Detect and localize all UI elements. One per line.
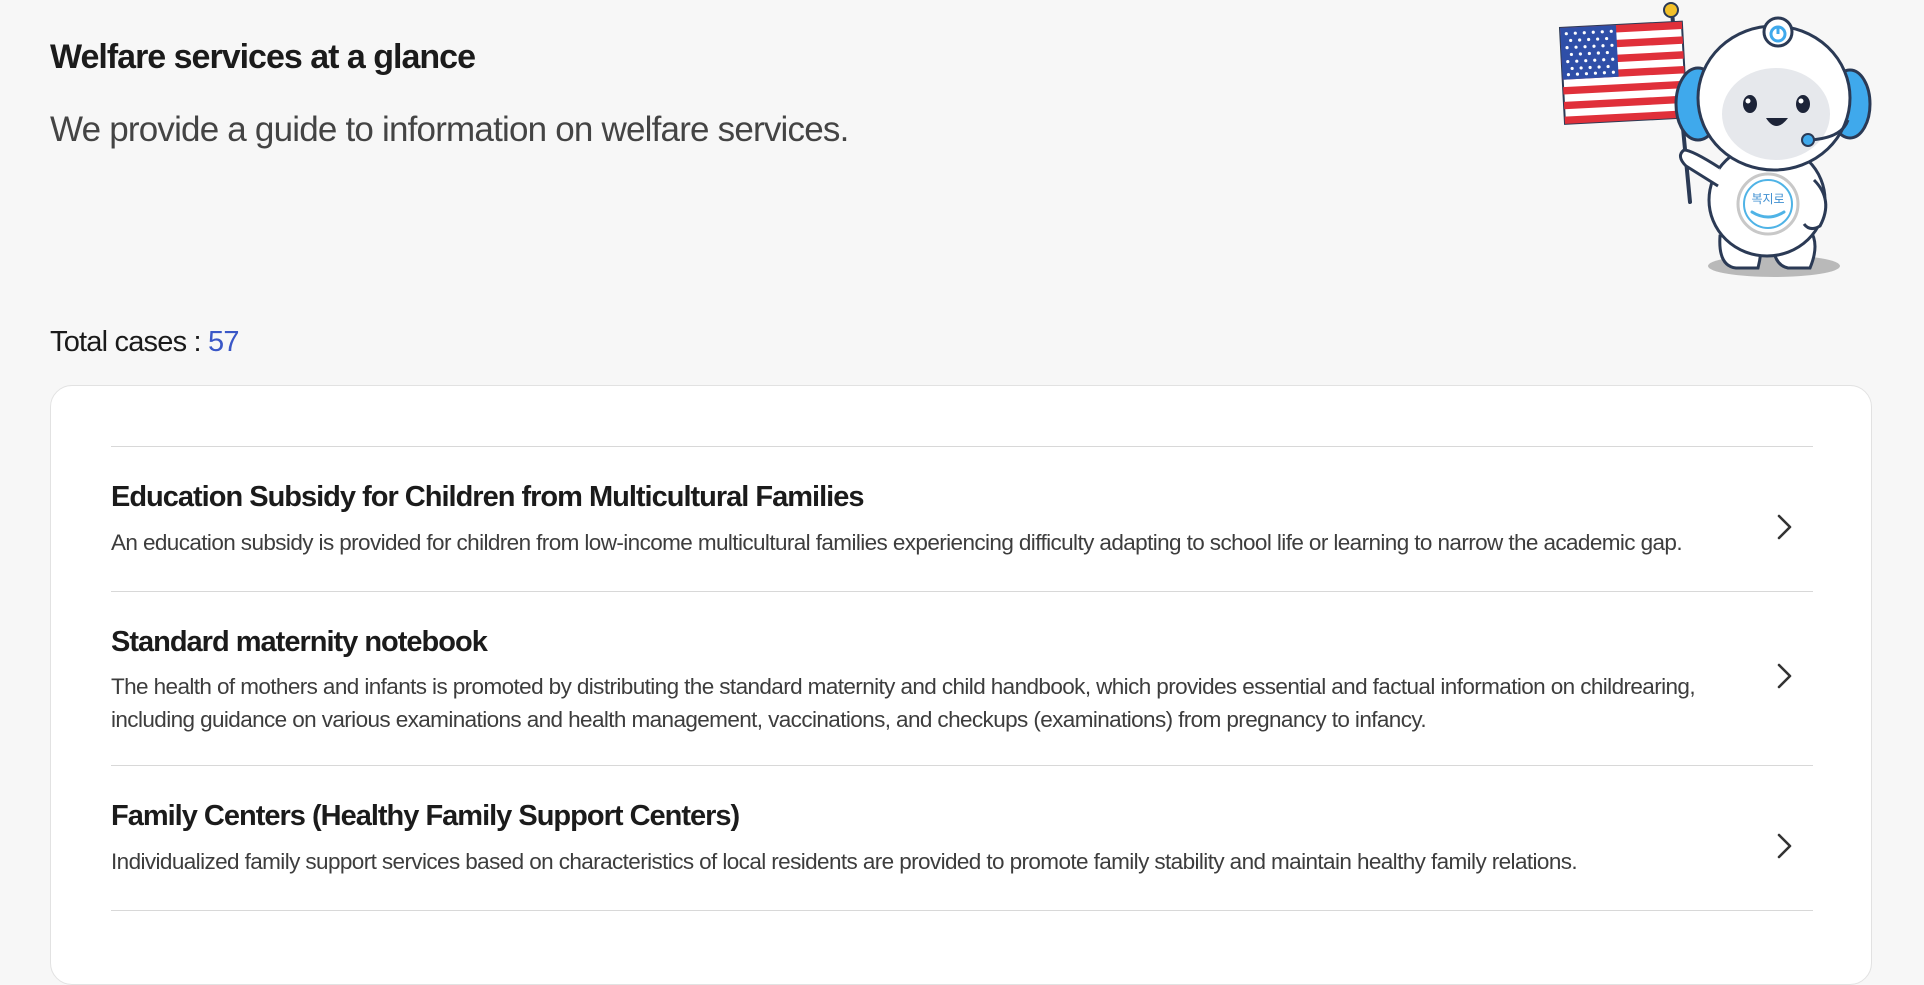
total-cases-count: 57 xyxy=(208,326,239,358)
chevron-right-icon[interactable] xyxy=(1769,661,1799,691)
service-list-card: Education Subsidy for Children from Mult… xyxy=(50,385,1872,985)
service-description: An education subsidy is provided for chi… xyxy=(111,530,1683,555)
chevron-right-icon[interactable] xyxy=(1769,512,1799,542)
service-description: Individualized family support services b… xyxy=(111,849,1578,874)
service-item[interactable]: Education Subsidy for Children from Mult… xyxy=(111,447,1813,592)
service-title: Standard maternity notebook xyxy=(111,626,488,658)
mascot-badge-text: 복지로 xyxy=(1751,192,1784,206)
page-title: Welfare services at a glance xyxy=(50,38,476,76)
chevron-right-icon[interactable] xyxy=(1769,831,1799,861)
page-subtitle: We provide a guide to information on wel… xyxy=(50,110,849,149)
service-title: Family Centers (Healthy Family Support C… xyxy=(111,800,740,832)
page: Welfare services at a glance We provide … xyxy=(0,0,1924,985)
total-cases-label: Total cases : xyxy=(50,326,209,358)
service-item[interactable]: Family Centers (Healthy Family Support C… xyxy=(111,766,1813,911)
service-list: Education Subsidy for Children from Mult… xyxy=(111,446,1813,911)
service-item[interactable]: Standard maternity notebook The health o… xyxy=(111,592,1813,766)
total-cases: Total cases : 57 xyxy=(50,326,240,359)
mascot-with-us-flag-icon: 복지로 xyxy=(1558,2,1872,277)
service-title: Education Subsidy for Children from Mult… xyxy=(111,481,864,513)
service-description: The health of mothers and infants is pro… xyxy=(111,674,1696,732)
